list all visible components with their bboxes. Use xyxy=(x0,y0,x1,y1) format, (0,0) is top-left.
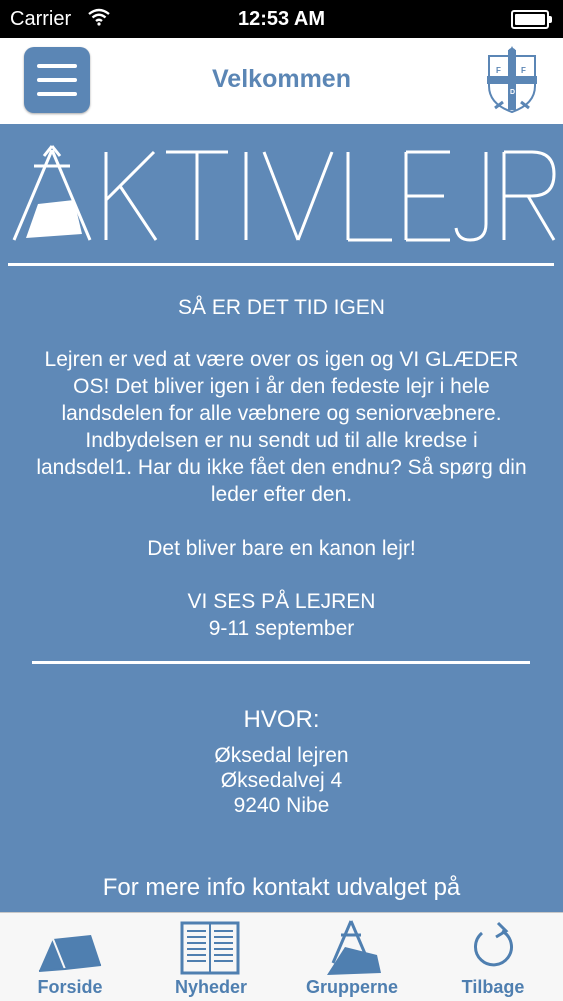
divider xyxy=(8,263,554,266)
campfire-icon xyxy=(327,920,381,975)
dates-text: 9-11 september xyxy=(208,617,355,640)
see-you-text: VI SES PÅ LEJREN xyxy=(187,590,376,613)
address-line: 9240 Nibe xyxy=(233,794,330,817)
aktivlejr-banner xyxy=(8,144,556,246)
battery-icon xyxy=(511,10,552,29)
tab-forside[interactable]: Forside xyxy=(0,913,140,1001)
intro-paragraph: Lejren er ved at være over os igen og VI… xyxy=(36,348,527,506)
svg-text:F: F xyxy=(496,66,501,75)
svg-text:D: D xyxy=(510,89,515,96)
refresh-icon xyxy=(474,921,513,967)
tab-label: Nyheder xyxy=(174,977,248,997)
nav-bar: Velkommen F F D xyxy=(0,38,563,125)
tab-label: Grupperne xyxy=(305,977,398,997)
tab-tilbage[interactable]: Tilbage xyxy=(423,913,563,1001)
kanon-text: Det bliver bare en kanon lejr! xyxy=(147,537,416,560)
svg-text:F: F xyxy=(521,66,526,75)
page-title: Velkommen xyxy=(212,65,351,93)
tent-icon xyxy=(38,935,102,972)
where-heading: HVOR: xyxy=(243,706,320,733)
tab-label: Forside xyxy=(37,977,103,997)
divider xyxy=(32,661,530,664)
status-bar: Carrier 12:53 AM xyxy=(0,0,563,38)
newspaper-icon xyxy=(180,921,240,975)
tab-label: Tilbage xyxy=(461,977,525,997)
tab-nyheder[interactable]: Nyheder xyxy=(141,913,281,1001)
welcome-content[interactable]: SÅ ER DET TID IGEN Lejren er ved at være… xyxy=(0,124,563,912)
clock: 12:53 AM xyxy=(237,8,326,30)
more-info-text: For mere info kontakt udvalget på xyxy=(102,874,461,901)
address-line: Øksedal lejren xyxy=(214,744,349,767)
address-line: Øksedalvej 4 xyxy=(220,769,343,792)
tab-grupperne[interactable]: Grupperne xyxy=(282,913,422,1001)
tab-bar: Forside Nyheder Grupperne Tilbage xyxy=(0,912,563,1001)
fdf-logo: F F D xyxy=(487,46,537,114)
section-heading: SÅ ER DET TID IGEN xyxy=(178,296,385,319)
tent-a-icon xyxy=(12,145,556,242)
